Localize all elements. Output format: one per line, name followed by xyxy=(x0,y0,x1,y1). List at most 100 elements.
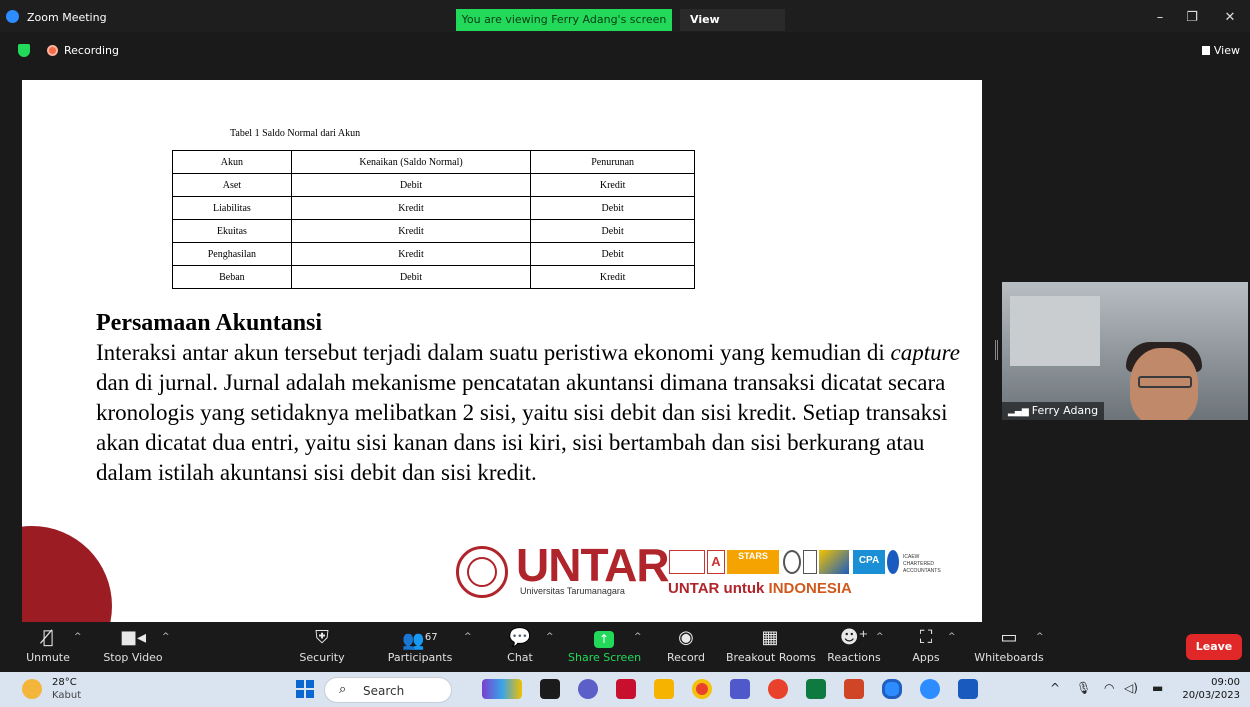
table-cell: Kredit xyxy=(530,265,695,289)
table-row: Penghasilan Kredit Debit xyxy=(172,242,695,266)
weather-icon[interactable] xyxy=(22,679,42,699)
iabee-badge xyxy=(819,550,849,574)
unmute-button[interactable]: 🎙̸ Unmute ^ xyxy=(18,626,81,670)
body-text-part: dan di jurnal. Jurnal adalah mekanisme p… xyxy=(96,370,948,485)
teams-icon[interactable] xyxy=(730,679,750,699)
panel-resize-handle[interactable] xyxy=(995,340,998,360)
volume-icon[interactable]: ◁) xyxy=(1124,681,1138,695)
apps-icon: ⛶ xyxy=(919,627,933,648)
tagline-part: UNTAR untuk xyxy=(668,580,769,597)
powerpoint-icon[interactable] xyxy=(844,679,864,699)
accreditation-badges: A STARS CPA ICAEW CHARTERED ACCOUNTANTS xyxy=(669,550,941,576)
chevron-up-icon[interactable]: ^ xyxy=(1036,632,1044,642)
view-label: View xyxy=(1213,44,1240,57)
chat-bubble-icon: 💬 xyxy=(508,627,532,648)
teams-chat-icon[interactable] xyxy=(578,679,598,699)
chat-button[interactable]: 💬 Chat ^ xyxy=(502,626,553,670)
calculator-icon[interactable] xyxy=(806,679,826,699)
chrome-icon[interactable] xyxy=(692,679,712,699)
column-header: Akun xyxy=(172,150,292,174)
stop-video-button[interactable]: ■◂ Stop Video ^ xyxy=(100,626,169,670)
ban-pt-badge xyxy=(669,550,705,574)
tagline-indonesia: INDONESIA xyxy=(768,580,852,597)
iso-badge xyxy=(803,550,817,574)
chevron-up-icon[interactable]: ^ xyxy=(634,632,642,642)
untar-tagline: UNTAR untuk INDONESIA xyxy=(668,580,852,597)
participants-icon: 👥67 xyxy=(402,630,438,651)
chevron-up-icon[interactable]: ^ xyxy=(74,632,82,642)
clock-time: 09:00 xyxy=(1211,677,1240,688)
battery-icon[interactable]: ▬ xyxy=(1152,681,1163,695)
widgets-icon[interactable] xyxy=(482,679,522,699)
windows-start-icon[interactable] xyxy=(296,680,314,698)
taskbar-clock[interactable]: 09:00 20/03/2023 xyxy=(1182,676,1240,702)
restore-button[interactable]: ❐ xyxy=(1172,8,1212,28)
participant-video-tile[interactable]: ▂▄▆ Ferry Adang xyxy=(1002,282,1248,420)
normal-balance-table: Akun Kenaikan (Saldo Normal) Penurunan A… xyxy=(172,150,695,289)
participants-button[interactable]: 👥67 Participants ^ xyxy=(384,626,472,670)
anydesk-icon[interactable] xyxy=(768,679,788,699)
search-placeholder: Search xyxy=(363,684,405,698)
body-text-part: Interaksi antar akun tersebut terjadi da… xyxy=(96,340,891,365)
chevron-up-icon[interactable]: ^ xyxy=(1050,681,1060,695)
slide-body-text: Interaksi antar akun tersebut terjadi da… xyxy=(96,338,976,488)
qs-stars-badge: STARS xyxy=(727,550,779,574)
mcafee-icon[interactable] xyxy=(616,679,636,699)
chevron-up-icon[interactable]: ^ xyxy=(546,632,554,642)
recording-label[interactable]: Recording xyxy=(64,44,119,57)
table-row: Beban Debit Kredit xyxy=(172,265,695,289)
share-screen-button[interactable]: ↑ Share Screen ^ xyxy=(568,626,642,670)
chat-label: Chat xyxy=(507,651,533,664)
unmute-label: Unmute xyxy=(26,651,70,664)
security-button[interactable]: ⛨ Security xyxy=(296,626,348,670)
view-button[interactable]: View xyxy=(1201,44,1240,57)
table-row: Liabilitas Kredit Debit xyxy=(172,196,695,220)
leave-button[interactable]: Leave xyxy=(1186,634,1242,660)
chevron-up-icon[interactable]: ^ xyxy=(948,632,956,642)
reactions-label: Reactions xyxy=(827,651,881,664)
chevron-up-icon[interactable]: ^ xyxy=(464,632,472,642)
view-options-button[interactable]: View Options⌄ xyxy=(680,9,785,48)
encryption-shield-icon[interactable] xyxy=(18,44,30,57)
weather-temperature[interactable]: 28°C xyxy=(52,677,77,688)
certification-seal-icon xyxy=(783,550,801,574)
smiley-plus-icon: ☻⁺ xyxy=(839,627,869,648)
table-cell: Debit xyxy=(290,173,532,197)
video-background-panel xyxy=(1010,296,1100,366)
task-view-icon[interactable] xyxy=(540,679,560,699)
breakout-rooms-button[interactable]: ▦ Breakout Rooms xyxy=(726,626,816,670)
reactions-button[interactable]: ☻⁺ Reactions ^ xyxy=(826,626,884,670)
weather-description[interactable]: Kabut xyxy=(52,690,81,701)
apps-button[interactable]: ⛶ Apps ^ xyxy=(908,626,955,670)
record-button[interactable]: ◉ Record xyxy=(664,626,708,670)
table-row: Ekuitas Kredit Debit xyxy=(172,219,695,243)
cpa-badge: CPA xyxy=(853,550,885,574)
icaew-badge: ICAEW CHARTERED ACCOUNTANTS xyxy=(903,554,941,574)
untar-logo-word: UNTAR xyxy=(516,539,670,591)
taskbar-search-box[interactable]: ⌕ Search xyxy=(324,677,452,703)
apps-label: Apps xyxy=(912,651,940,664)
table-cell: Debit xyxy=(290,265,532,289)
microphone-icon[interactable]: 🎙 xyxy=(1076,681,1091,695)
whiteboards-button[interactable]: ▭ Whiteboards ^ xyxy=(974,626,1044,670)
clock-date: 20/03/2023 xyxy=(1182,690,1240,701)
record-icon: ◉ xyxy=(678,627,694,648)
chevron-up-icon[interactable]: ^ xyxy=(162,632,170,642)
zoom-icon[interactable] xyxy=(882,679,902,699)
table-cell: Debit xyxy=(530,242,695,266)
stop-video-label: Stop Video xyxy=(103,651,163,664)
zoom-meeting-icon[interactable] xyxy=(920,679,940,699)
crest-badge xyxy=(887,550,899,574)
recording-icon xyxy=(47,45,58,56)
word-icon[interactable] xyxy=(958,679,978,699)
breakout-rooms-label: Breakout Rooms xyxy=(726,651,816,664)
chevron-up-icon[interactable]: ^ xyxy=(876,632,884,642)
table-row: Aset Debit Kredit xyxy=(172,173,695,197)
search-icon: ⌕ xyxy=(339,682,347,697)
muted-microphone-icon: 🎙̸ xyxy=(42,627,54,648)
close-button[interactable]: ✕ xyxy=(1210,8,1250,28)
record-label: Record xyxy=(666,651,705,664)
table-cell: Ekuitas xyxy=(172,219,292,243)
wifi-icon[interactable]: ◠ xyxy=(1104,681,1114,695)
file-explorer-icon[interactable] xyxy=(654,679,674,699)
